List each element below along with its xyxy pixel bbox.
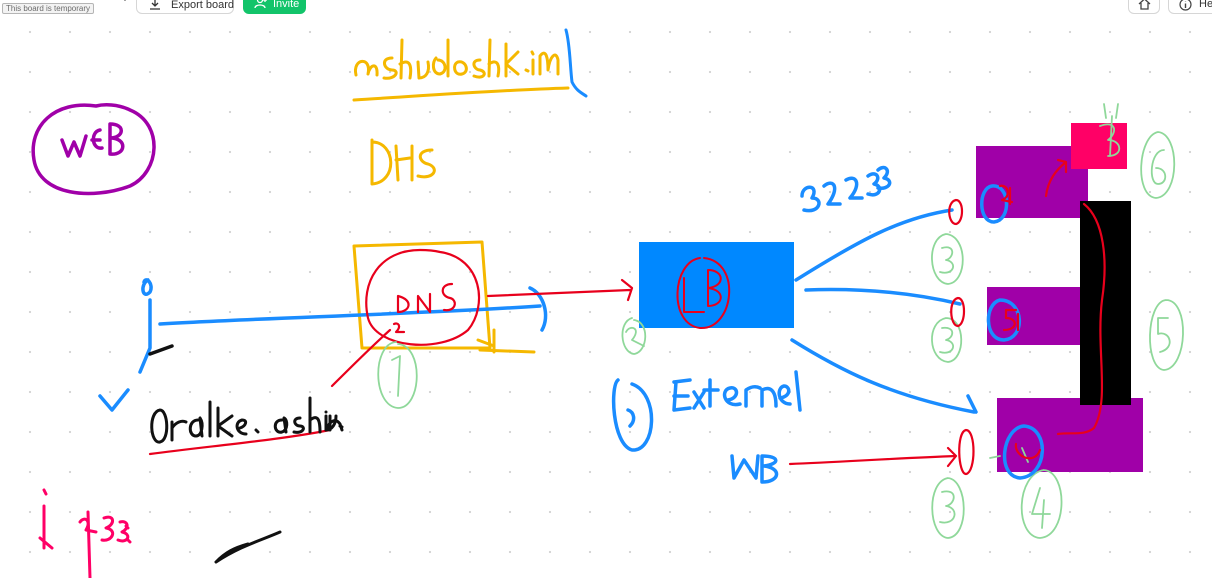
red-connectors [788, 158, 1106, 476]
pink-annotation [38, 488, 132, 578]
web-circle-annotation [31, 103, 156, 196]
step-markers [377, 103, 1184, 539]
whiteboard-canvas[interactable] [0, 0, 1212, 578]
lb-routes [611, 165, 1045, 484]
black-tick-user [148, 344, 174, 356]
handwriting-oracle [150, 396, 344, 444]
freehand-ink-layer [31, 28, 1184, 578]
black-dash-bottom [214, 530, 282, 564]
blue-stroke-top [564, 28, 588, 98]
lb-label [676, 257, 730, 330]
